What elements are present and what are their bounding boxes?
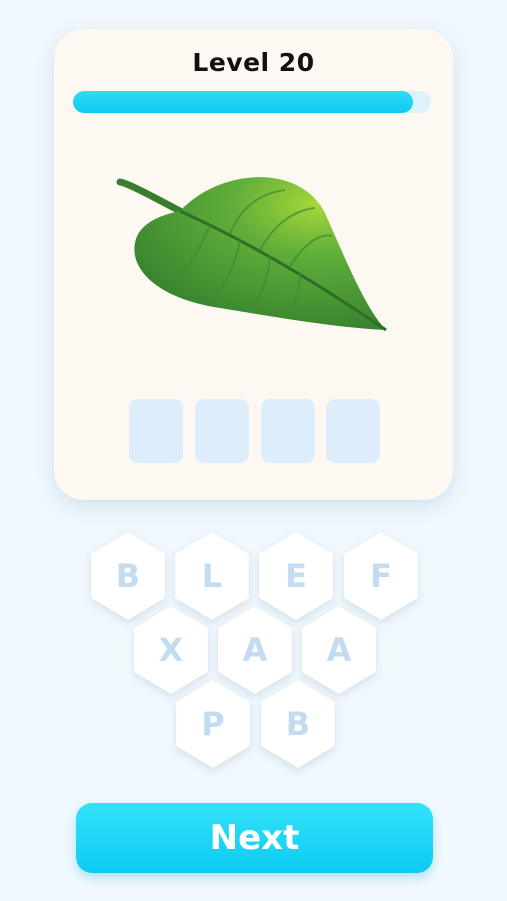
next-button[interactable]: Next bbox=[76, 803, 433, 873]
letter-tile-label: P bbox=[176, 680, 250, 768]
answer-slot-4[interactable] bbox=[326, 399, 380, 463]
level-progress-fill bbox=[73, 91, 414, 113]
letter-tile[interactable]: B bbox=[258, 680, 338, 768]
leaf-icon bbox=[116, 177, 387, 332]
letter-tile[interactable]: P bbox=[173, 680, 253, 768]
answer-slot-1[interactable] bbox=[129, 399, 183, 463]
level-progress-bar bbox=[73, 91, 431, 113]
answer-slot-2[interactable] bbox=[195, 399, 249, 463]
answer-slot-3[interactable] bbox=[261, 399, 315, 463]
letter-tile-label: B bbox=[261, 680, 335, 768]
level-title: Level 20 bbox=[192, 48, 315, 77]
